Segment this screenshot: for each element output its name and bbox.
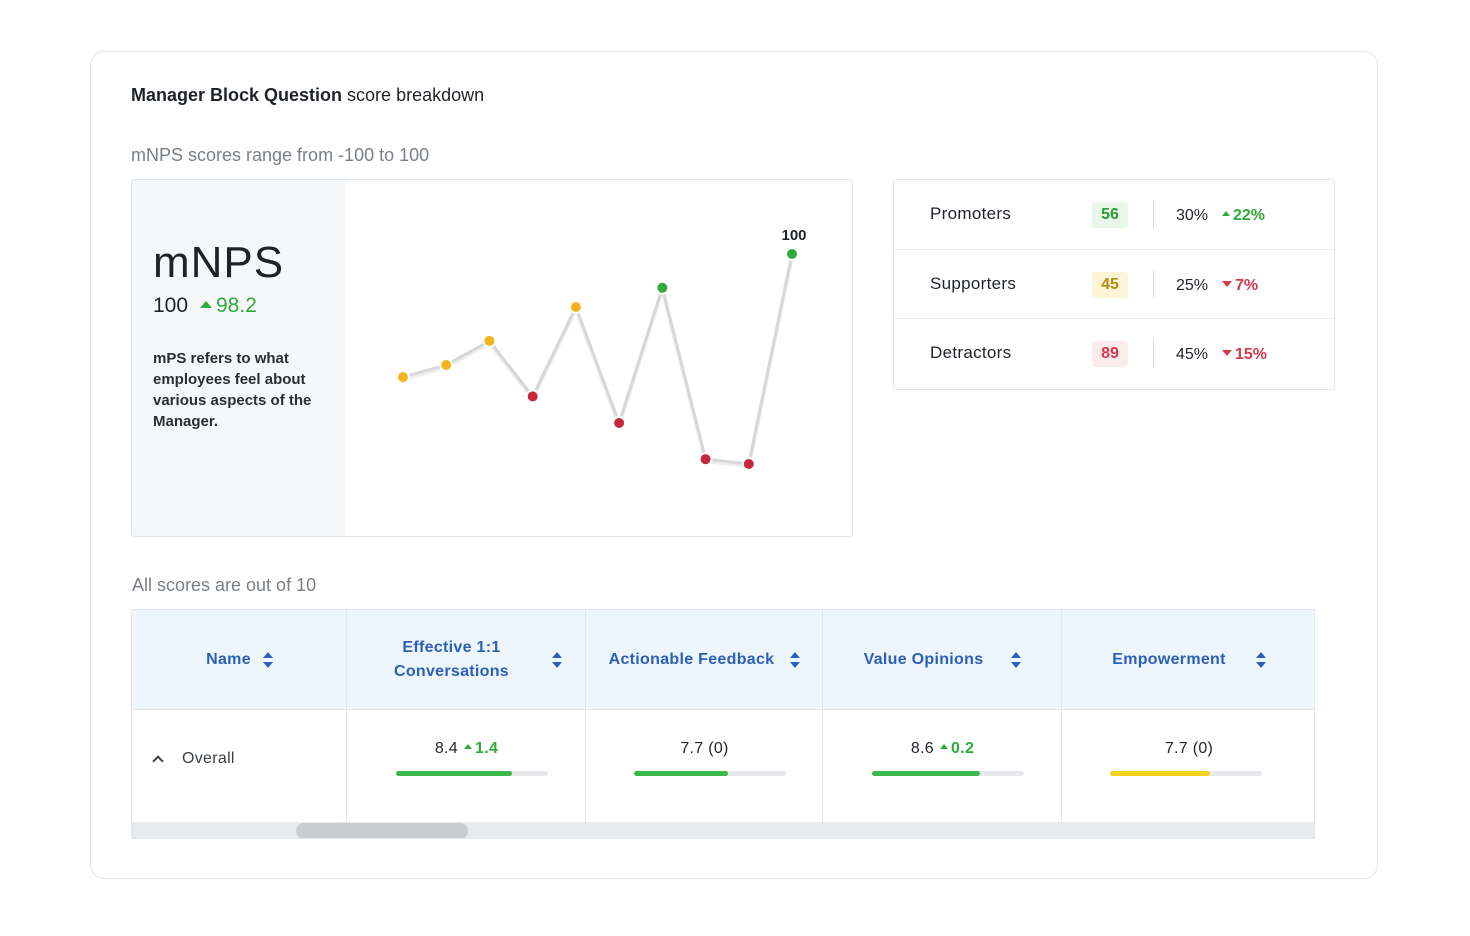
breakdown-percent: 30% — [1176, 207, 1209, 224]
breakdown-count-badge: 45 — [1092, 272, 1128, 298]
breakdown-count-badge: 89 — [1092, 341, 1128, 367]
breakdown-row-2: Detractors 89 45% 15% — [894, 318, 1334, 388]
sort-icon[interactable] — [1011, 651, 1022, 669]
header-value-opinions[interactable]: Value Opinions — [823, 610, 1062, 710]
arrow-up-icon — [1222, 211, 1230, 217]
data-point[interactable] — [787, 249, 797, 259]
data-point[interactable] — [700, 454, 711, 465]
score-bar-fill — [396, 771, 512, 776]
data-point[interactable] — [743, 459, 754, 469]
data-point[interactable] — [398, 372, 408, 383]
header-actionable-feedback[interactable]: Actionable Feedback — [586, 610, 823, 710]
mnps-label: mNPS — [153, 238, 285, 287]
score-bar-fill — [872, 771, 980, 776]
breakdown-row-0: Promoters 56 30% 22% — [894, 180, 1334, 250]
breakdown-percent: 45% — [1176, 346, 1209, 363]
mnps-line-chart: 100 — [396, 227, 807, 471]
mnps-summary: mNPS 100 98.2 mPS refers to what employe… — [132, 180, 346, 536]
breakdown-count-badge: 56 — [1092, 202, 1128, 228]
score-cell: 7.7 (0) — [586, 710, 823, 822]
data-point[interactable] — [570, 302, 581, 313]
mnps-breakdown-card: Promoters 56 30% 22% Supporters 45 25% 7% Detrac… — [893, 179, 1335, 390]
data-label: 100 — [781, 227, 806, 244]
data-point[interactable] — [657, 282, 668, 293]
divider — [1153, 270, 1154, 298]
arrow-up-icon — [940, 744, 948, 750]
score-delta: 1.4 — [464, 740, 498, 757]
arrow-down-icon — [1222, 280, 1232, 287]
breakdown-delta: 22% — [1222, 207, 1265, 225]
data-point[interactable] — [614, 417, 625, 428]
score-cell: 7.7 (0) — [1062, 710, 1314, 822]
data-point[interactable] — [484, 335, 495, 346]
mnps-range-note: mNPS scores range from -100 to 100 — [131, 145, 430, 165]
sort-icon[interactable] — [551, 651, 562, 669]
score-bar — [396, 771, 548, 776]
breakdown-name: Detractors — [930, 343, 1012, 362]
mnps-panel: mNPS 100 98.2 mPS refers to what employe… — [131, 179, 853, 537]
arrow-up-icon — [200, 300, 212, 308]
score-delta: 0.2 — [940, 740, 974, 757]
breakdown-delta: 7% — [1222, 277, 1258, 295]
divider — [1153, 200, 1154, 228]
data-point[interactable] — [441, 360, 452, 371]
sort-icon[interactable] — [262, 651, 273, 669]
header-name[interactable]: Name — [132, 610, 347, 710]
score-bar — [872, 771, 1024, 776]
score-cell: 8.6 0.2 — [823, 710, 1062, 822]
table-row[interactable]: Overall — [132, 710, 347, 822]
data-point[interactable] — [527, 391, 538, 402]
breakdown-name: Supporters — [930, 274, 1017, 293]
breakdown-name: Promoters — [930, 204, 1012, 223]
divider — [1153, 339, 1154, 367]
header-effective-conversations[interactable]: Effective 1:1 Conversations — [347, 610, 586, 710]
sort-icon[interactable] — [1255, 651, 1266, 669]
arrow-down-icon — [1222, 349, 1232, 356]
scrollbar-thumb[interactable] — [296, 823, 468, 838]
breakdown-delta: 15% — [1222, 346, 1267, 364]
arrow-up-icon — [464, 744, 472, 750]
breakdown-row-1: Supporters 45 25% 7% — [894, 249, 1334, 319]
page-title: Manager Block Question score breakdown — [131, 85, 485, 105]
score-cell: 8.4 1.4 — [347, 710, 586, 822]
score-bar — [1110, 771, 1262, 776]
score-bar-fill — [634, 771, 729, 776]
scores-table: Name Effective 1:1 Conversations Actionab… — [131, 609, 1315, 839]
horizontal-scrollbar[interactable] — [132, 822, 1314, 838]
mnps-description: mPS refers to what employees feel about … — [153, 350, 312, 430]
score-bar — [634, 771, 786, 776]
mnps-delta: 98.2 — [200, 294, 257, 318]
header-empowerment[interactable]: Empowerment — [1062, 610, 1314, 710]
mnps-value: 100 — [153, 294, 189, 317]
chevron-up-icon — [152, 755, 164, 767]
breakdown-percent: 25% — [1176, 277, 1209, 294]
sort-icon[interactable] — [790, 651, 801, 669]
score-bar-fill — [1110, 771, 1211, 776]
table-note: All scores are out of 10 — [132, 575, 317, 595]
row-toggle[interactable]: Overall — [150, 750, 235, 768]
